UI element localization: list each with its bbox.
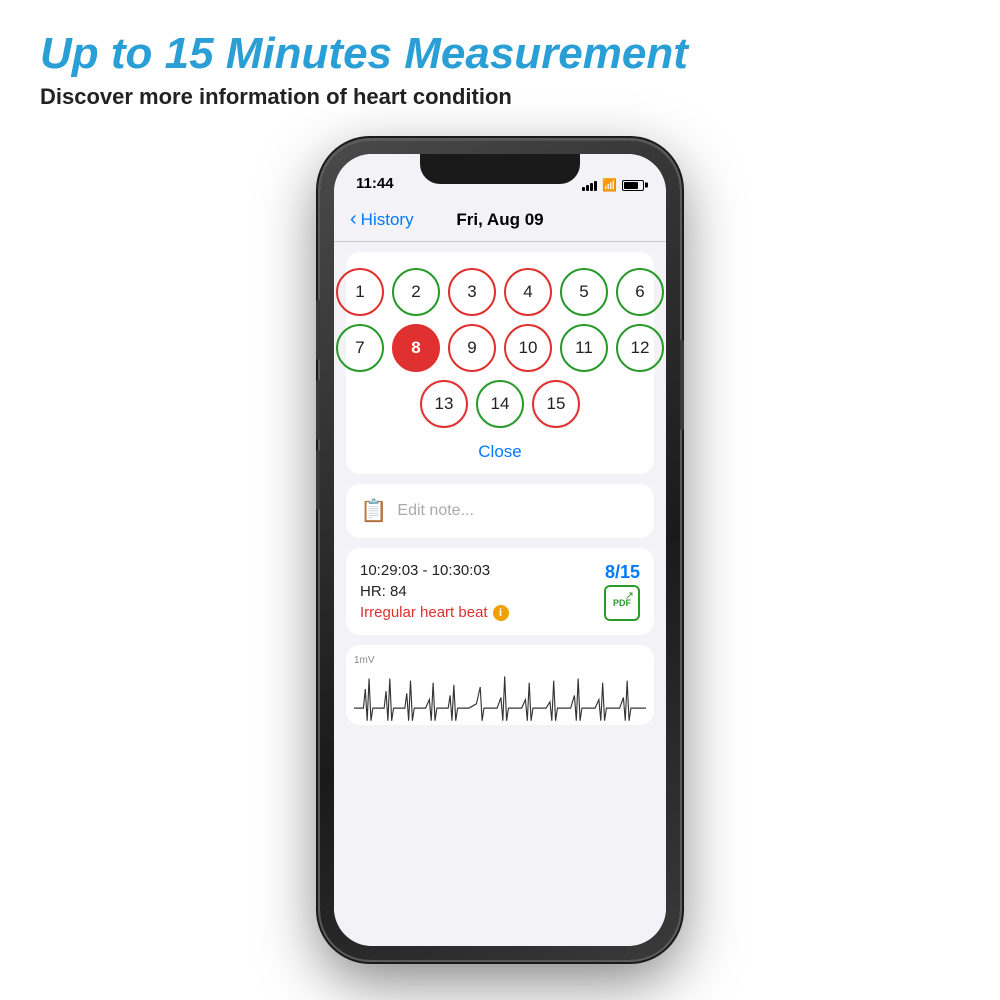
segment-12[interactable]: 12: [616, 324, 664, 372]
segment-15[interactable]: 15: [532, 380, 580, 428]
reading-hr: HR: 84: [360, 583, 640, 600]
status-text: Irregular heart beat: [360, 604, 488, 621]
back-label: History: [361, 210, 414, 230]
phone-notch: [420, 154, 580, 184]
battery-icon: [622, 180, 644, 191]
segment-row-3: 13 14 15: [420, 380, 580, 428]
ecg-chart: [354, 668, 646, 725]
phone-screen: 11:44 📶 ‹ H: [334, 154, 666, 946]
wifi-icon: 📶: [602, 178, 617, 192]
segment-2[interactable]: 2: [392, 268, 440, 316]
phone-shell: 11:44 📶 ‹ H: [320, 140, 680, 960]
segment-8[interactable]: 8: [392, 324, 440, 372]
back-button[interactable]: ‹ History: [350, 210, 414, 230]
segment-picker-card: 1 2 3 4 5 6 7 8 9 10: [346, 252, 654, 474]
reading-status: Irregular heart beat i: [360, 604, 640, 621]
edit-note-icon: 📋: [360, 498, 387, 524]
page-header: Up to 15 Minutes Measurement Discover mo…: [40, 30, 960, 110]
segment-4[interactable]: 4: [504, 268, 552, 316]
close-button[interactable]: Close: [356, 438, 644, 464]
status-time: 11:44: [356, 175, 394, 192]
main-title: Up to 15 Minutes Measurement: [40, 30, 960, 78]
segment-row-1: 1 2 3 4 5 6: [336, 268, 664, 316]
info-icon[interactable]: i: [493, 605, 509, 621]
phone-mockup: 11:44 📶 ‹ H: [320, 140, 680, 960]
sub-title: Discover more information of heart condi…: [40, 84, 960, 110]
segment-7[interactable]: 7: [336, 324, 384, 372]
segment-6[interactable]: 6: [616, 268, 664, 316]
reading-badge: 8/15: [605, 562, 640, 583]
pdf-button[interactable]: ↗ PDF: [604, 585, 640, 621]
content-area: 1 2 3 4 5 6 7 8 9 10: [334, 242, 666, 946]
segment-1[interactable]: 1: [336, 268, 384, 316]
pdf-arrow-icon: ↗: [625, 589, 634, 602]
reading-card: 10:29:03 - 10:30:03 HR: 84 Irregular hea…: [346, 548, 654, 635]
nav-title: Fri, Aug 09: [456, 210, 543, 230]
segment-3[interactable]: 3: [448, 268, 496, 316]
ecg-card: 1mV: [346, 645, 654, 725]
note-card: 📋 Edit note...: [346, 484, 654, 538]
nav-bar: ‹ History Fri, Aug 09: [334, 198, 666, 242]
segment-11[interactable]: 11: [560, 324, 608, 372]
chevron-left-icon: ‹: [350, 209, 357, 229]
segment-14[interactable]: 14: [476, 380, 524, 428]
signal-icon: [582, 180, 597, 191]
segment-10[interactable]: 10: [504, 324, 552, 372]
note-placeholder[interactable]: Edit note...: [397, 502, 474, 520]
reading-time: 10:29:03 - 10:30:03: [360, 562, 640, 579]
segment-13[interactable]: 13: [420, 380, 468, 428]
segment-9[interactable]: 9: [448, 324, 496, 372]
ecg-label: 1mV: [354, 655, 646, 666]
segment-grid: 1 2 3 4 5 6 7 8 9 10: [356, 268, 644, 428]
status-icons: 📶: [582, 178, 644, 192]
segment-5[interactable]: 5: [560, 268, 608, 316]
segment-row-2: 7 8 9 10 11 12: [336, 324, 664, 372]
